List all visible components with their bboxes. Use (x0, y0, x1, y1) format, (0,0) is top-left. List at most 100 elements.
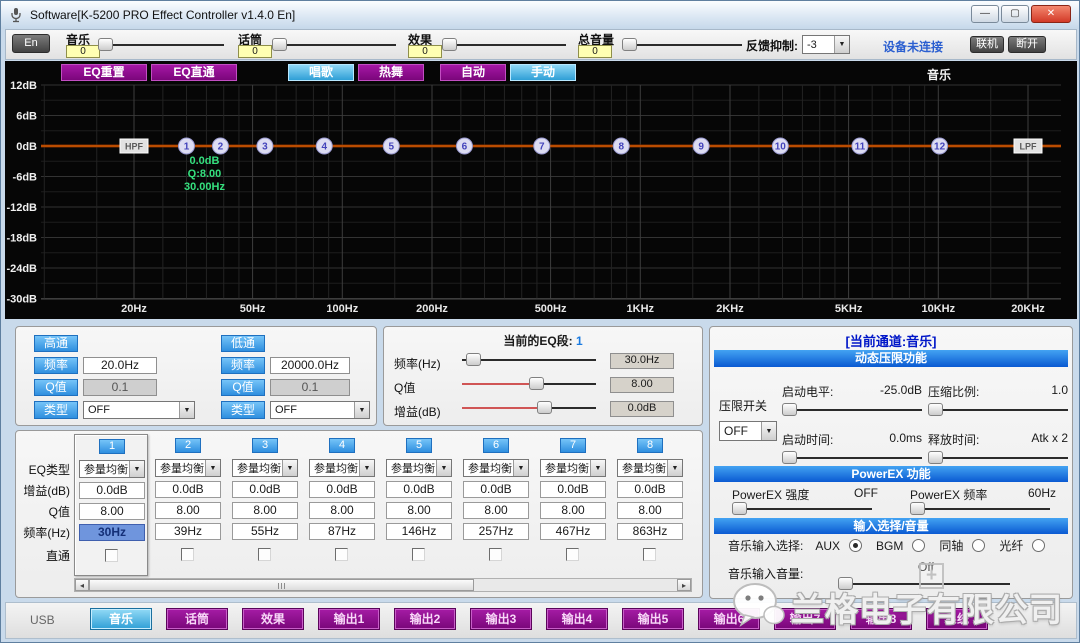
slider-thumb[interactable] (466, 353, 481, 366)
band-q-cell[interactable]: 8.00 (617, 502, 683, 519)
band-number-button[interactable]: 7 (560, 438, 586, 453)
eq-reset-button[interactable]: EQ重置 (61, 64, 147, 81)
slider-thumb[interactable] (928, 403, 943, 416)
channel-tab-输出8[interactable]: 输出8 (850, 608, 912, 630)
attack-time-slider[interactable] (782, 451, 922, 464)
attack-level-slider[interactable] (782, 403, 922, 416)
band-gain-cell[interactable]: 0.0dB (540, 481, 606, 498)
chevron-down-icon[interactable]: ▼ (436, 460, 451, 476)
band-q-cell[interactable]: 8.00 (309, 502, 375, 519)
band-type-select[interactable]: 参量均衡▼ (155, 459, 221, 477)
input-option-radio[interactable] (849, 539, 862, 552)
chevron-down-icon[interactable]: ▼ (513, 460, 528, 476)
band-bypass-checkbox[interactable] (412, 548, 425, 561)
input-option-radio[interactable] (972, 539, 985, 552)
band-freq-cell[interactable]: 87Hz (309, 523, 375, 540)
volume-slider-3[interactable] (442, 38, 566, 51)
band-number-button[interactable]: 6 (483, 438, 509, 453)
band-bypass-checkbox[interactable] (181, 548, 194, 561)
chevron-down-icon[interactable]: ▼ (834, 36, 849, 53)
band-bypass-checkbox[interactable] (258, 548, 271, 561)
chevron-down-icon[interactable]: ▼ (761, 422, 776, 440)
band-gain-cell[interactable]: 0.0dB (617, 481, 683, 498)
feedback-suppression-select[interactable]: -3 ▼ (802, 35, 850, 54)
band-type-select[interactable]: 参量均衡▼ (386, 459, 452, 477)
band-q-slider[interactable] (462, 377, 596, 390)
band-bypass-checkbox[interactable] (566, 548, 579, 561)
slider-thumb[interactable] (98, 38, 113, 51)
channel-tab-输出5[interactable]: 输出5 (622, 608, 684, 630)
slider-thumb[interactable] (928, 451, 943, 464)
band-number-button[interactable]: 3 (252, 438, 278, 453)
band-type-select[interactable]: 参量均衡▼ (617, 459, 683, 477)
band-freq-slider[interactable] (462, 353, 596, 366)
slider-thumb[interactable] (782, 451, 797, 464)
chevron-down-icon[interactable]: ▼ (359, 460, 374, 476)
chevron-down-icon[interactable]: ▼ (354, 402, 369, 418)
band-gain-cell[interactable]: 0.0dB (232, 481, 298, 498)
band-freq-cell[interactable]: 863Hz (617, 523, 683, 540)
channel-tab-输出6[interactable]: 输出6 (698, 608, 760, 630)
scroll-right-icon[interactable]: ▸ (677, 579, 691, 591)
chevron-down-icon[interactable]: ▼ (129, 461, 144, 477)
band-freq-cell[interactable]: 39Hz (155, 523, 221, 540)
volume-slider-2[interactable] (272, 38, 396, 51)
band-type-select[interactable]: 参量均衡▼ (540, 459, 606, 477)
band-q-cell[interactable]: 8.00 (463, 502, 529, 519)
band-type-select[interactable]: 参量均衡▼ (309, 459, 375, 477)
slider-thumb[interactable] (732, 502, 747, 515)
band-number-button[interactable]: 1 (99, 439, 125, 454)
slider-thumb[interactable] (529, 377, 544, 390)
volume-slider-1[interactable] (98, 38, 224, 51)
chevron-down-icon[interactable]: ▼ (179, 402, 194, 418)
slider-thumb[interactable] (537, 401, 552, 414)
mode-manual-button[interactable]: 手动 (510, 64, 576, 81)
band-number-button[interactable]: 2 (175, 438, 201, 453)
limiter-switch-select[interactable]: OFF ▼ (719, 421, 777, 441)
band-gain-cell[interactable]: 0.0dB (309, 481, 375, 498)
channel-tab-输出1[interactable]: 输出1 (318, 608, 380, 630)
band-gain-cell[interactable]: 0.0dB (79, 482, 145, 499)
band-freq-cell[interactable]: 257Hz (463, 523, 529, 540)
channel-tab-效果[interactable]: 效果 (242, 608, 304, 630)
chevron-down-icon[interactable]: ▼ (590, 460, 605, 476)
band-q-cell[interactable]: 8.00 (386, 502, 452, 519)
lowpass-type-select[interactable]: OFF ▼ (270, 401, 370, 419)
scrollbar-thumb[interactable] (89, 579, 474, 591)
channel-tab-音乐[interactable]: 音乐 (90, 608, 152, 630)
eq-curve-plot[interactable]: 12dB6dB0dB-6dB-12dB-18dB-24dB-30dB20Hz50… (5, 61, 1077, 319)
powerex-strength-slider[interactable] (732, 502, 872, 515)
table-horizontal-scrollbar[interactable]: ◂ ▸ (74, 578, 692, 592)
band-gain-cell[interactable]: 0.0dB (386, 481, 452, 498)
band-gain-cell[interactable]: 0.0dB (155, 481, 221, 498)
volume-slider-4[interactable] (622, 38, 742, 51)
volume-value-4[interactable]: 0 (578, 45, 612, 58)
comp-ratio-slider[interactable] (928, 403, 1068, 416)
input-volume-slider[interactable] (838, 577, 1010, 590)
band-number-button[interactable]: 4 (329, 438, 355, 453)
minimize-button[interactable]: — (971, 5, 999, 23)
band-freq-cell[interactable]: 30Hz (79, 524, 145, 541)
channel-tab-输出2[interactable]: 输出2 (394, 608, 456, 630)
preset-sing-button[interactable]: 唱歌 (288, 64, 354, 81)
disconnect-button[interactable]: 断开 (1008, 36, 1046, 53)
band-q-cell[interactable]: 8.00 (232, 502, 298, 519)
chevron-down-icon[interactable]: ▼ (667, 460, 682, 476)
connect-button[interactable]: 联机 (970, 36, 1004, 53)
maximize-button[interactable]: ▢ (1001, 5, 1029, 23)
band-gain-slider[interactable] (462, 401, 596, 414)
band-bypass-checkbox[interactable] (489, 548, 502, 561)
slider-thumb[interactable] (442, 38, 457, 51)
channel-tab-输出7[interactable]: 输出7 (774, 608, 836, 630)
slider-thumb[interactable] (782, 403, 797, 416)
channel-tab-输出4[interactable]: 输出4 (546, 608, 608, 630)
band-bypass-checkbox[interactable] (643, 548, 656, 561)
band-freq-cell[interactable]: 146Hz (386, 523, 452, 540)
release-time-slider[interactable] (928, 451, 1068, 464)
band-type-select[interactable]: 参量均衡▼ (232, 459, 298, 477)
volume-value-3[interactable]: 0 (408, 45, 442, 58)
input-option-radio[interactable] (912, 539, 925, 552)
band-bypass-checkbox[interactable] (335, 548, 348, 561)
chevron-down-icon[interactable]: ▼ (282, 460, 297, 476)
lowpass-freq-input[interactable]: 20000.0Hz (270, 357, 350, 374)
